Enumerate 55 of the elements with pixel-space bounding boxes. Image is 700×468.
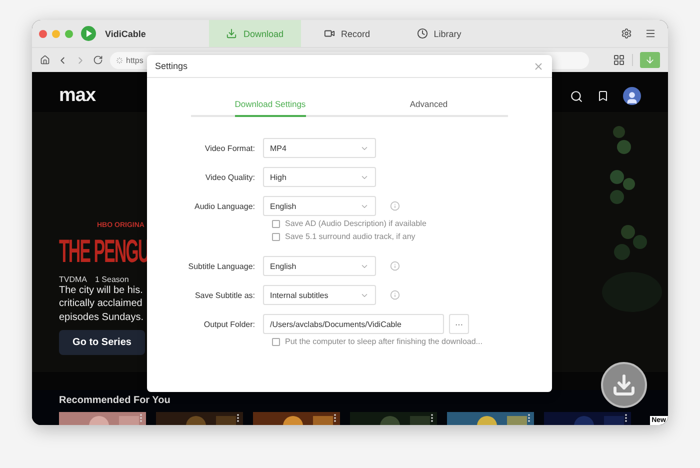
info-icon[interactable] — [390, 290, 400, 300]
dropdown[interactable]: High — [263, 167, 376, 187]
info-icon[interactable] — [390, 201, 400, 211]
reload-icon[interactable] — [93, 55, 103, 65]
nav-tab[interactable]: Library — [393, 20, 485, 47]
checkbox[interactable] — [272, 220, 280, 228]
person-icon — [625, 91, 639, 105]
arrow-down-icon — [645, 55, 655, 65]
browse-button[interactable]: ··· — [449, 314, 469, 334]
minimize-light[interactable] — [52, 30, 60, 38]
field-label: Video Format: — [204, 144, 256, 152]
rating: TVDMA — [59, 274, 87, 284]
download-panel-button[interactable] — [640, 52, 660, 68]
field-label: Audio Language: — [194, 202, 256, 210]
checkbox-label: Put the computer to sleep after finishing the download... — [285, 337, 482, 346]
zoom-light[interactable] — [65, 30, 73, 38]
info-icon[interactable] — [390, 261, 400, 271]
checkbox-label: Save 5.1 surround audio track, if any — [285, 232, 416, 241]
search-icon[interactable] — [570, 90, 583, 102]
checkbox[interactable] — [272, 232, 280, 240]
record-icon — [324, 28, 335, 39]
download-icon — [612, 373, 636, 397]
show-description: episodes Sundays. — [59, 310, 145, 324]
checkbox-label: Save AD (Audio Description) if available — [285, 219, 426, 228]
settings-icon[interactable] — [621, 28, 632, 39]
field-label: Output Folder: — [202, 320, 256, 328]
app-logo-icon — [81, 26, 96, 41]
close-light[interactable] — [39, 30, 47, 38]
settings-tab[interactable]: Advanced — [410, 99, 448, 117]
home-icon[interactable] — [40, 55, 50, 65]
site-logo[interactable]: max — [59, 85, 96, 107]
dropdown[interactable]: Internal subtitles — [263, 285, 376, 305]
app-name: VidiCable — [105, 28, 146, 38]
show-description: critically acclaimed — [59, 297, 144, 310]
library-icon — [416, 28, 428, 39]
field-label: Video Quality: — [204, 172, 256, 182]
go-to-series-button[interactable]: Go to Series — [59, 330, 145, 355]
grid-icon[interactable] — [613, 54, 625, 66]
download-icon — [226, 28, 238, 39]
field-label: Subtitle Language: — [187, 262, 256, 270]
section-title: Recommended For You — [59, 395, 172, 406]
checkbox[interactable] — [272, 338, 280, 346]
menu-icon[interactable] — [645, 28, 656, 39]
bookmark-icon[interactable] — [597, 90, 609, 102]
dialog-title: Settings — [155, 61, 188, 71]
nav-tab[interactable]: Record — [301, 20, 393, 47]
field-label: Save Subtitle as: — [194, 290, 256, 300]
loading-icon — [116, 56, 123, 64]
folder-path-field[interactable]: /Users/avclabs/Documents/VidiCable — [263, 314, 444, 334]
dropdown[interactable]: English — [263, 196, 376, 216]
close-icon[interactable] — [533, 60, 544, 72]
season-count: 1 Season — [95, 274, 129, 284]
dropdown[interactable]: MP4 — [263, 138, 376, 158]
show-description: The city will be his. — [59, 284, 144, 297]
dropdown[interactable]: English — [263, 256, 376, 276]
